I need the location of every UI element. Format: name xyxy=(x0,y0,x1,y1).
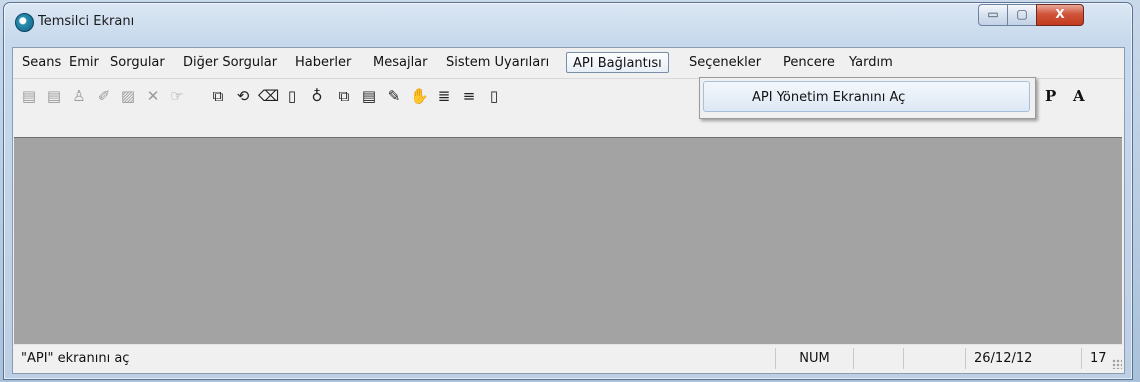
pointer-hand-icon[interactable]: ☞ xyxy=(168,87,186,105)
status-bar: "API" ekranını aç NUM 26/12/12 17 xyxy=(13,345,1124,371)
menu-bar: Seans Emir Sorgular Diğer Sorgular Haber… xyxy=(13,50,1124,77)
app-logo-icon[interactable] xyxy=(15,13,34,32)
status-num-indicator: NUM xyxy=(775,348,853,369)
a-text-tool[interactable]: A xyxy=(1073,87,1085,105)
status-message: "API" ekranını aç xyxy=(21,351,130,366)
menu-yardim[interactable]: Yardım xyxy=(843,52,899,73)
p-text-tool[interactable]: P xyxy=(1045,87,1056,105)
main-window: Temsilci Ekranı ▭ ▢ X Seans Emir Sorgula… xyxy=(3,2,1133,380)
cycle-icon[interactable]: ⟲ xyxy=(234,87,252,105)
menu-diger-sorgular[interactable]: Diğer Sorgular xyxy=(177,52,283,73)
copy-document-icon[interactable]: ▤ xyxy=(45,87,63,105)
menu-sorgular[interactable]: Sorgular xyxy=(104,52,171,73)
clipboard-icon[interactable]: ▤ xyxy=(360,87,378,105)
status-empty-2 xyxy=(903,348,965,369)
notes-icon[interactable]: ✎ xyxy=(385,87,403,105)
bottle-icon[interactable]: ♁ xyxy=(308,87,326,105)
resize-grip-icon[interactable] xyxy=(1112,359,1122,369)
menu-secenekler[interactable]: Seçenekler xyxy=(683,52,767,73)
status-empty-1 xyxy=(853,348,903,369)
tools-icon[interactable]: ✐ xyxy=(95,87,113,105)
copy-icon[interactable]: ⧉ xyxy=(335,87,353,105)
align-icon[interactable]: ≣ xyxy=(435,87,453,105)
menu-seans[interactable]: Seans xyxy=(16,52,67,73)
hand-icon[interactable]: ✋ xyxy=(410,87,429,105)
delete-icon[interactable]: ✕ xyxy=(144,87,162,105)
properties-icon[interactable]: ▨ xyxy=(119,87,137,105)
api-dropdown-menu: API Yönetim Ekranını Aç xyxy=(699,77,1036,119)
window-title: Temsilci Ekranı xyxy=(38,14,135,29)
menu-item-api-yonetim-ekrani[interactable]: API Yönetim Ekranını Aç xyxy=(703,81,1030,112)
book-icon[interactable]: ▯ xyxy=(283,87,301,105)
page-icon[interactable]: ▯ xyxy=(485,87,503,105)
menu-sistem-uyarilari[interactable]: Sistem Uyarıları xyxy=(440,52,555,73)
status-date: 26/12/12 xyxy=(965,348,1033,369)
menu-pencere[interactable]: Pencere xyxy=(777,52,841,73)
maximize-button[interactable]: ▢ xyxy=(1007,4,1037,26)
minimize-button[interactable]: ▭ xyxy=(978,4,1008,26)
menu-haberler[interactable]: Haberler xyxy=(289,52,357,73)
person-icon[interactable]: ♙ xyxy=(70,87,88,105)
eraser-icon[interactable]: ⌫ xyxy=(258,87,279,105)
menu-emir[interactable]: Emir xyxy=(63,52,105,73)
list-icon[interactable]: ≡ xyxy=(460,87,478,105)
title-bar[interactable]: Temsilci Ekranı ▭ ▢ X xyxy=(4,3,1132,45)
new-document-icon[interactable]: ▤ xyxy=(20,87,38,105)
close-button[interactable]: X xyxy=(1036,4,1084,26)
window-icon[interactable]: ⧉ xyxy=(209,87,227,105)
menu-mesajlar[interactable]: Mesajlar xyxy=(367,52,434,73)
menu-api-baglantisi[interactable]: API Bağlantısı xyxy=(566,52,669,73)
workspace-area[interactable] xyxy=(14,137,1122,345)
